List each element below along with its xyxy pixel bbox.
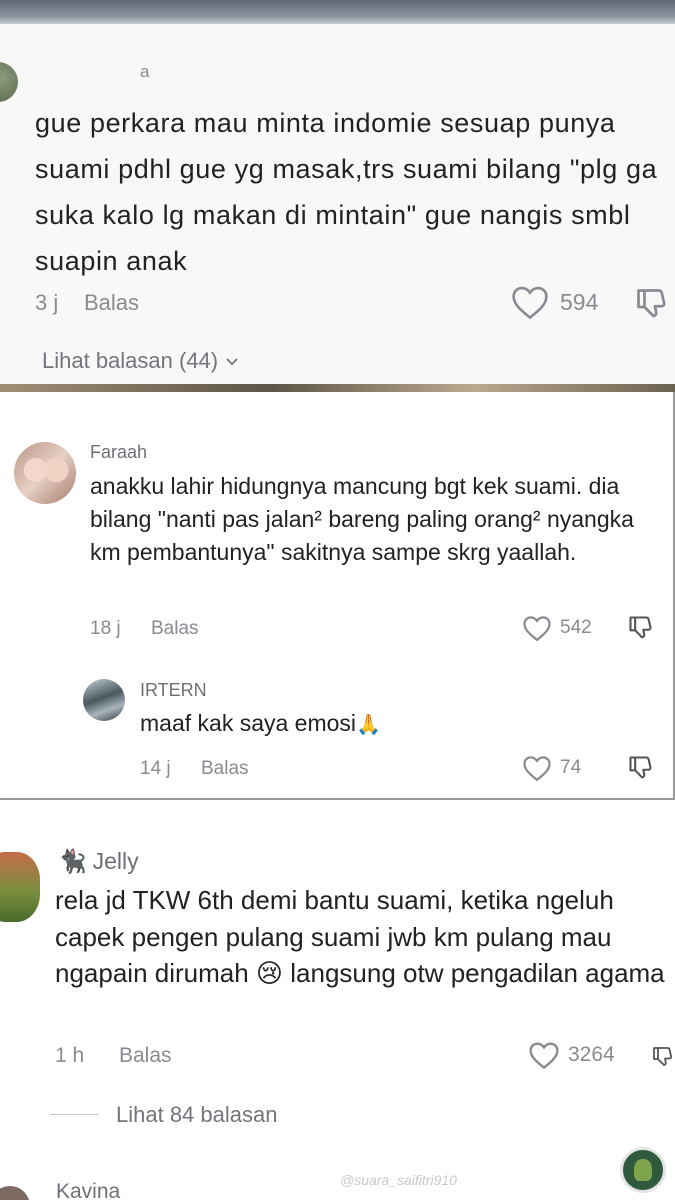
thumbs-down-icon[interactable] (651, 1042, 675, 1072)
like-button[interactable]: 542 (522, 614, 592, 642)
thumbs-down-icon[interactable] (634, 286, 670, 322)
folded-hands-emoji: 🙏 (356, 714, 381, 736)
comment-username-row[interactable]: 🐈‍⬛ Jelly (58, 848, 139, 875)
video-background-strip (0, 384, 675, 392)
comment-panel-2: Faraah anakku lahir hidungnya mancung bg… (0, 392, 675, 800)
avatar[interactable] (0, 852, 40, 922)
view-replies-button[interactable]: Lihat 84 balasan (116, 1102, 277, 1128)
reply-time: 14 j (140, 758, 171, 779)
like-button[interactable]: 74 (522, 754, 581, 782)
comment-text: anakku lahir hidungnya mancung bgt kek s… (90, 473, 634, 565)
reply-text-body: maaf kak saya emosi (140, 710, 357, 736)
like-button[interactable]: 3264 (528, 1040, 615, 1070)
comment-panel-3: 🐈‍⬛ Jelly rela jd TKW 6th demi bantu sua… (0, 802, 675, 1200)
heart-outline-icon (523, 616, 551, 642)
like-count: 74 (560, 757, 582, 778)
like-button[interactable]: 594 (510, 284, 598, 320)
avatar[interactable] (0, 62, 18, 102)
avatar[interactable] (83, 679, 125, 721)
comment-time: 3 j (35, 290, 59, 315)
cat-icon: 🐈‍⬛ (58, 848, 87, 874)
thumbs-down-icon[interactable] (627, 614, 655, 642)
comment-time: 18 j (90, 618, 121, 639)
like-count: 594 (560, 288, 599, 315)
reply-button[interactable]: Balas (151, 618, 199, 640)
sticker-badge (620, 1147, 666, 1193)
like-count: 3264 (568, 1043, 615, 1066)
comment-username[interactable]: a (140, 62, 149, 82)
divider (50, 1114, 98, 1115)
comment-time: 1 h (55, 1044, 85, 1067)
watermark: @suara_saifitri910 (340, 1172, 457, 1188)
chevron-down-icon (226, 358, 238, 366)
reply-button[interactable]: Balas (119, 1044, 172, 1068)
reply-text: maaf kak saya emosi🙏 (140, 710, 381, 737)
reply-button[interactable]: Balas (201, 758, 249, 780)
comment-text: rela jd TKW 6th demi bantu suami, ketika… (55, 885, 665, 988)
reply-username[interactable]: IRTERN (140, 680, 207, 701)
reply-button[interactable]: Balas (84, 290, 139, 316)
comment-username[interactable]: Kavina (56, 1180, 120, 1200)
heart-outline-icon (523, 756, 551, 782)
view-replies-label: Lihat balasan (44) (42, 348, 219, 373)
video-background-strip (0, 0, 675, 24)
thumbs-down-icon[interactable] (627, 754, 655, 782)
comment-username: Jelly (92, 848, 139, 874)
heart-outline-icon (512, 286, 548, 320)
heart-outline-icon (529, 1042, 559, 1070)
comment-text: gue perkara mau minta indomie sesuap pun… (35, 108, 658, 276)
comment-panel-1: a gue perkara mau minta indomie sesuap p… (0, 0, 675, 392)
like-count: 542 (560, 617, 592, 638)
avatar[interactable] (14, 442, 76, 504)
view-replies-button[interactable]: Lihat balasan (44) (42, 348, 240, 374)
avatar[interactable] (0, 1186, 30, 1200)
comment-username[interactable]: Faraah (90, 442, 147, 463)
